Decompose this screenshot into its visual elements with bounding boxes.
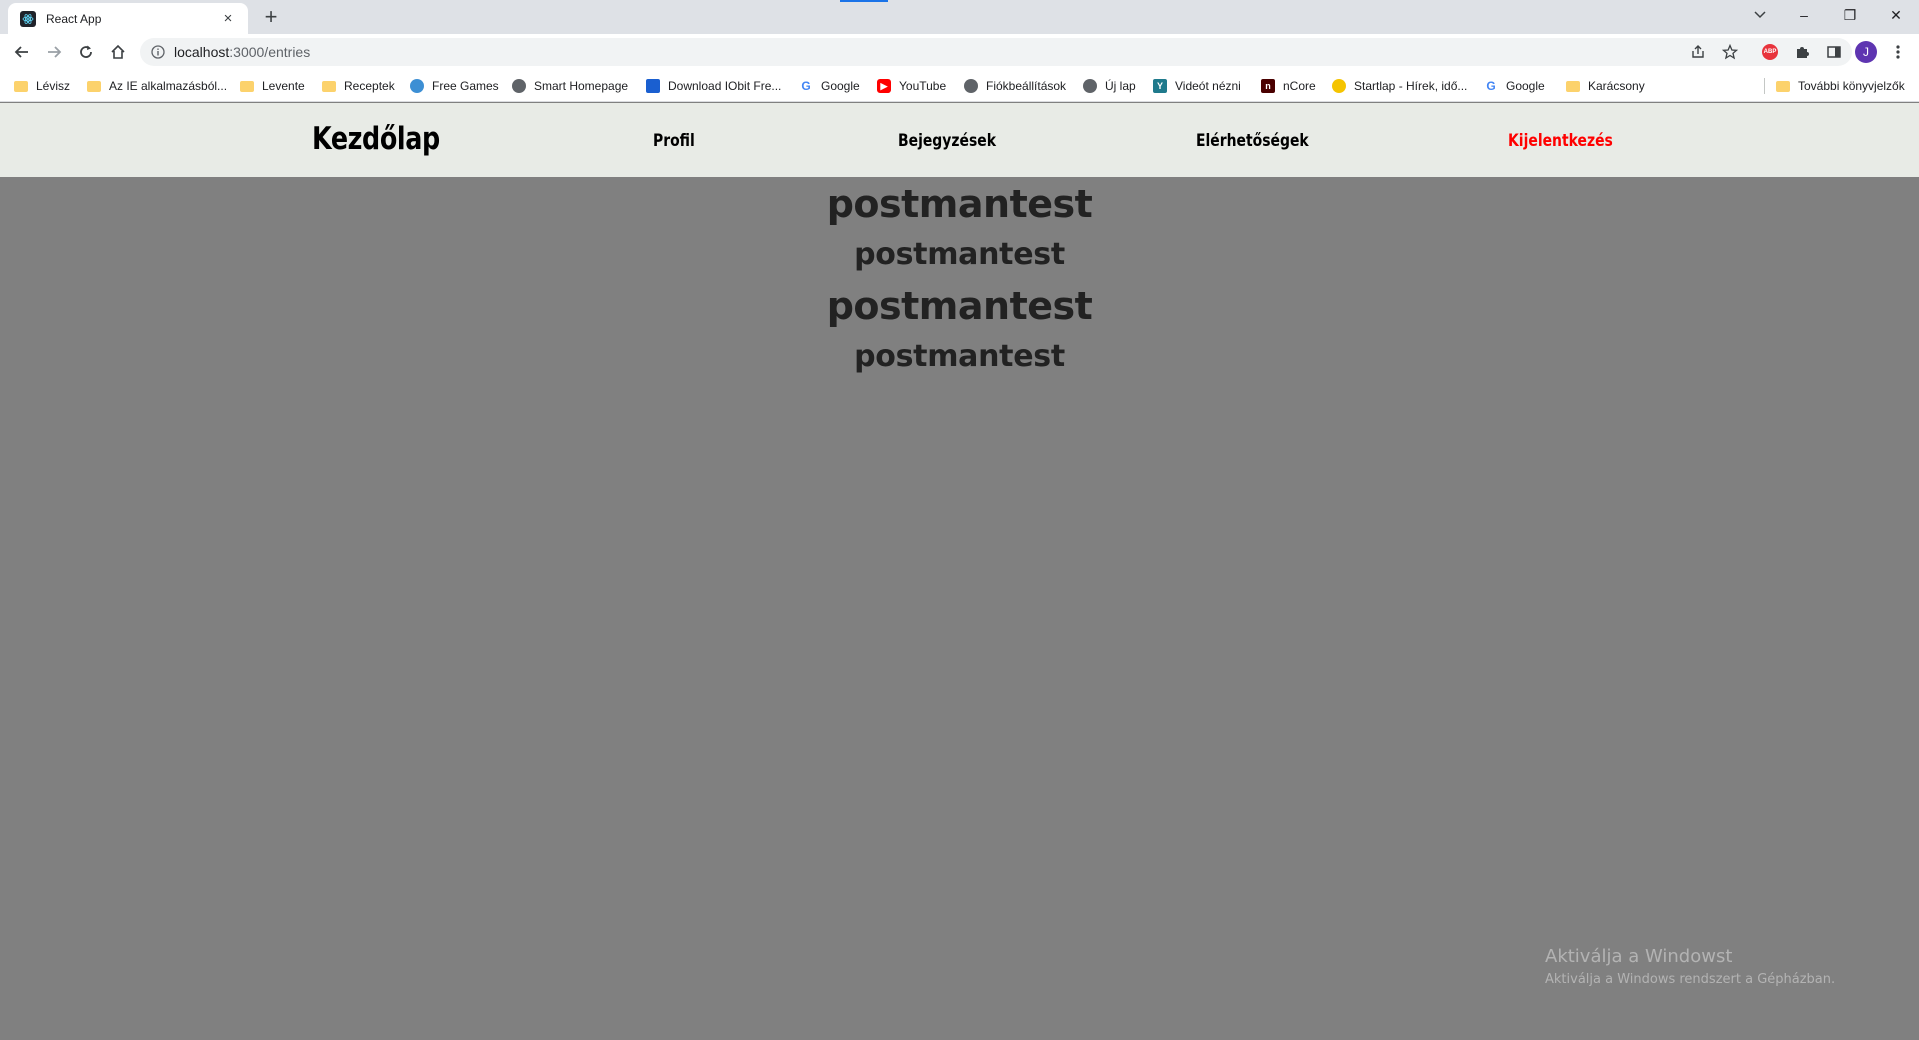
bookmark-item[interactable]: Lévisz [14,77,70,95]
bookmark-label: Videót nézni [1175,79,1241,93]
bookmarks-bar: Lévisz Az IE alkalmazásból... Levente Re… [0,70,1919,102]
globe-icon [512,79,526,93]
bookmark-label: Download IObit Fre... [668,79,782,93]
react-icon [20,10,36,27]
reload-icon[interactable] [73,39,99,65]
address-bar[interactable]: localhost:3000/entries [140,38,1852,66]
y-icon: Y [1153,79,1167,93]
site-info-icon[interactable] [150,44,166,60]
url-path: :3000/entries [229,44,311,60]
entry-body: postmantest [854,339,1065,374]
entry-title: postmantest [826,284,1093,328]
nav-profile-link[interactable]: Profil [653,131,695,151]
nav-home-link[interactable]: Kezdőlap [312,121,440,157]
bookmark-label: Google [1506,79,1545,93]
other-bookmarks-label: További könyvjelzők [1798,79,1905,93]
bookmark-item[interactable]: Download IObit Fre... [646,77,781,95]
google-icon: G [1484,79,1498,93]
close-window-button[interactable]: ✕ [1873,0,1919,30]
bookmark-item[interactable]: Fiókbeállítások [964,77,1066,95]
bookmarks-divider [1764,78,1765,94]
bookmark-item[interactable]: Free Games [410,77,499,95]
forward-arrow-icon[interactable] [41,39,67,65]
bookmark-item[interactable]: Receptek [322,77,395,95]
adblock-label: ABP [1762,44,1778,60]
entry-item: postmantest postmantest [0,279,1919,381]
bookmark-item[interactable]: Levente [240,77,305,95]
profile-avatar[interactable]: J [1853,39,1879,65]
globe-icon [964,79,978,93]
bookmark-item[interactable]: Y Videót nézni [1153,77,1241,95]
bookmark-label: Az IE alkalmazásból... [109,79,228,93]
nav-logout-link[interactable]: Kijelentkezés [1508,131,1613,151]
folder-icon [1776,80,1790,92]
folder-icon [322,80,336,92]
folder-icon [1566,80,1580,92]
bookmark-item[interactable]: Karácsony [1566,77,1645,95]
bookmark-label: Startlap - Hírek, idő... [1354,79,1468,93]
bookmark-item[interactable]: Startlap - Hírek, idő... [1332,77,1467,95]
nav-entries-link[interactable]: Bejegyzések [898,131,996,151]
bookmark-item[interactable]: n nCore [1261,77,1316,95]
tab-strip: React App × + – ❐ ✕ [0,0,1919,34]
folder-icon [87,80,101,92]
folder-icon [14,80,28,92]
bookmark-item[interactable]: Az IE alkalmazásból... [87,77,227,95]
bookmark-label: Lévisz [36,79,71,93]
tab-title: React App [46,11,102,26]
tab-close-icon[interactable]: × [218,10,238,28]
entry-body: postmantest [854,237,1065,272]
globe-icon [1083,79,1097,93]
iobit-icon [646,79,660,93]
nav-contacts-link[interactable]: Elérhetőségek [1196,131,1309,151]
bookmark-label: Receptek [344,79,395,93]
watermark-title: Aktiválja a Windowst [1545,946,1733,967]
bookmark-item[interactable]: Új lap [1083,77,1136,95]
share-icon[interactable] [1685,39,1711,65]
entry-title: postmantest [826,182,1093,226]
other-bookmarks[interactable]: További könyvjelzők [1776,77,1905,95]
adblock-extension-icon[interactable]: ABP [1757,39,1783,65]
bookmark-label: Fiókbeállítások [986,79,1067,93]
tab-search-chevron-down-icon[interactable] [1737,0,1783,30]
side-panel-icon[interactable] [1821,39,1847,65]
globe-icon [410,79,424,93]
folder-icon [240,80,254,92]
bookmark-item[interactable]: G Google [1484,77,1545,95]
watermark-subtitle: Aktiválja a Windows rendszert a Gépházba… [1545,972,1836,987]
windows-activation-watermark: Aktiválja a Windowst Aktiválja a Windows… [1545,946,1835,987]
google-icon: G [799,79,813,93]
kebab-menu-icon[interactable] [1885,39,1911,65]
url-text[interactable]: localhost:3000/entries [174,44,310,60]
bookmark-label: Google [821,79,860,93]
bookmark-label: Új lap [1105,79,1136,93]
bookmark-item[interactable]: ▶ YouTube [877,77,946,95]
bookmark-star-icon[interactable] [1717,39,1743,65]
bookmark-label: YouTube [899,79,947,93]
tab-loading-indicator [840,0,888,2]
ncore-icon: n [1261,79,1275,93]
entry-item: postmantest postmantest [0,177,1919,279]
extensions-puzzle-icon[interactable] [1789,39,1815,65]
restore-button[interactable]: ❐ [1827,0,1873,30]
bookmark-label: Smart Homepage [534,79,629,93]
youtube-icon: ▶ [877,79,891,93]
bookmark-label: nCore [1283,79,1316,93]
bookmark-label: Free Games [432,79,499,93]
bookmark-label: Levente [262,79,305,93]
new-tab-button[interactable]: + [258,5,284,31]
browser-tab[interactable]: React App × [8,3,248,34]
url-host: localhost [174,44,230,60]
browser-toolbar: localhost:3000/entries ABP J [0,34,1919,70]
entries-list: postmantest postmantest postmantest post… [0,177,1919,381]
startlap-icon [1332,79,1346,93]
app-navbar: Kezdőlap Profil Bejegyzések Elérhetősége… [0,103,1919,177]
back-arrow-icon[interactable] [9,39,35,65]
minimize-button[interactable]: – [1781,0,1827,30]
bookmark-item[interactable]: Smart Homepage [512,77,628,95]
bookmark-label: Karácsony [1588,79,1645,93]
bookmark-item[interactable]: G Google [799,77,860,95]
home-icon[interactable] [105,39,131,65]
profile-initial: J [1855,41,1877,63]
